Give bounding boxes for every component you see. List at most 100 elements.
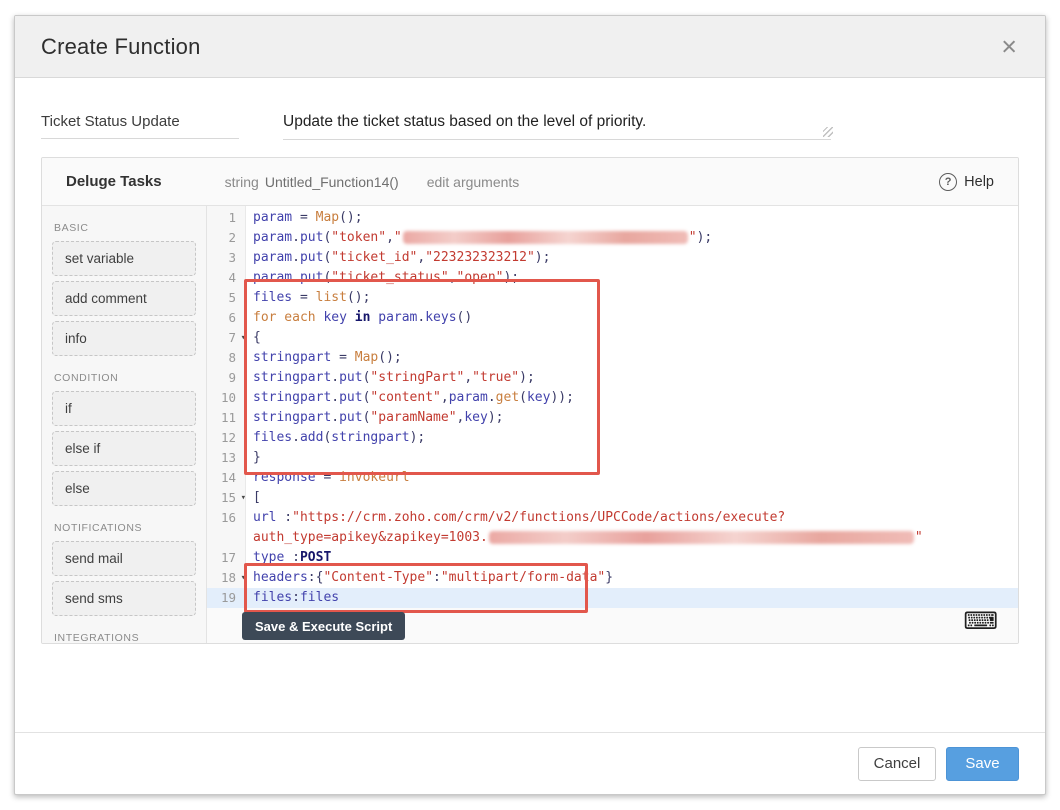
function-signature: string Untitled_Function14() (225, 174, 399, 190)
code-text: } (253, 450, 261, 465)
line-number: 5 (228, 290, 236, 305)
task-button-add-comment[interactable]: add comment (52, 281, 196, 316)
code-line[interactable]: 3 param.put("ticket_id","223232323212"); (207, 248, 1018, 268)
code-line[interactable]: 16 url :"https://crm.zoho.com/crm/v2/func… (207, 508, 1018, 528)
code-line[interactable]: 15 ▾ [ (207, 488, 1018, 508)
deluge-panel-content: BASIC set variable add comment info CONDITIO… (42, 206, 1018, 643)
fold-arrow-icon[interactable]: ▾ (241, 488, 246, 508)
line-number: 17 (220, 550, 236, 565)
sidebar-section-label: INTEGRATIONS (54, 632, 140, 643)
task-sidebar: BASIC set variable add comment info CONDITIO… (42, 206, 207, 643)
dialog-body: Update the ticket status based on the le… (15, 78, 1045, 732)
task-button-if[interactable]: if (52, 391, 196, 426)
code-text: files = list(); (253, 290, 371, 305)
help-icon: ? (939, 172, 958, 191)
code-line[interactable]: 19 files:files (207, 588, 1018, 608)
save-button[interactable]: Save (946, 746, 1019, 781)
function-description-field[interactable]: Update the ticket status based on the le… (283, 111, 833, 140)
keyboard-shortcuts-icon[interactable]: ⌨ (963, 610, 998, 634)
task-button-info[interactable]: info (52, 321, 196, 356)
dialog-footer: Cancel Save (15, 732, 1045, 794)
deluge-tasks-panel: Deluge Tasks string Untitled_Function14()… (41, 157, 1019, 644)
line-number: 12 (220, 430, 236, 445)
code-text: type :POST (253, 550, 332, 565)
function-name-input[interactable] (41, 111, 239, 139)
code-text: stringpart = Map(); (253, 350, 402, 365)
line-number: 14 (220, 470, 236, 485)
sidebar-section-label: NOTIFICATIONS (54, 522, 143, 534)
function-return-type: string (224, 173, 259, 190)
code-text: files.add(stringpart); (253, 430, 426, 445)
code-line[interactable]: 17 type :POST (207, 548, 1018, 568)
code-line[interactable]: 11 stringpart.put("paramName",key); (207, 408, 1018, 428)
code-text: param = Map(); (253, 210, 363, 225)
code-text: [ (253, 490, 261, 505)
line-number: 10 (220, 390, 236, 405)
code-text: url :"https://crm.zoho.com/crm/v2/functi… (253, 510, 786, 525)
code-line[interactable]: 18 ▾ headers:{"Content-Type":"multipart/fo… (207, 568, 1018, 588)
fold-arrow-icon[interactable]: ▾ (241, 568, 246, 588)
deluge-panel-header: Deluge Tasks string Untitled_Function14()… (42, 158, 1018, 206)
task-button-else[interactable]: else (52, 471, 196, 506)
task-button-send-sms[interactable]: send sms (52, 581, 196, 616)
line-number: 9 (228, 370, 236, 385)
function-description-text: Update the ticket status based on the le… (283, 113, 647, 130)
deluge-tasks-title: Deluge Tasks (66, 173, 162, 190)
code-line[interactable]: 5 files = list(); (207, 288, 1018, 308)
code-line[interactable]: 2 param.put("token"," "); (207, 228, 1018, 248)
redacted-text (402, 231, 688, 244)
edit-arguments-link[interactable]: edit arguments (427, 174, 520, 190)
code-text: auth_type=apikey&zapikey=1003. " (253, 530, 923, 545)
code-text: { (253, 330, 261, 345)
sidebar-section-label: CONDITION (54, 372, 119, 384)
cancel-button[interactable]: Cancel (858, 746, 936, 781)
line-number: 1 (228, 210, 236, 225)
script-editor[interactable]: 1 param = Map(); 2 param.put("token"," "); 3 p… (207, 206, 1018, 643)
code-line[interactable]: 1 param = Map(); (207, 208, 1018, 228)
code-line[interactable]: 13} (207, 448, 1018, 468)
redacted-text (488, 531, 914, 544)
task-button-set-variable[interactable]: set variable (52, 241, 196, 276)
code-text: headers:{"Content-Type":"multipart/form-… (253, 570, 614, 585)
line-number: 4 (228, 270, 236, 285)
dialog-header: Create Function × (15, 16, 1045, 78)
code-text: param.put("ticket_status","open"); (253, 270, 520, 285)
line-number: 13 (220, 450, 236, 465)
line-number: 15 ▾ (207, 488, 246, 508)
code-text: stringpart.put("paramName",key); (253, 410, 504, 425)
code-line[interactable]: 12 files.add(stringpart); (207, 428, 1018, 448)
code-text: param.put("ticket_id","223232323212"); (253, 250, 551, 265)
fold-arrow-icon[interactable]: ▾ (241, 328, 246, 348)
code-line[interactable]: 6 for each key in param.keys() (207, 308, 1018, 328)
code-line[interactable]: 10 stringpart.put("content",param.get(key… (207, 388, 1018, 408)
line-number: 3 (228, 250, 236, 265)
help-label: Help (964, 173, 994, 190)
create-function-dialog: Create Function × Update the ticket stat… (14, 15, 1046, 795)
line-number: 6 (228, 310, 236, 325)
code-line[interactable]: 4 param.put("ticket_status","open"); (207, 268, 1018, 288)
code-line[interactable]: auth_type=apikey&zapikey=1003. " (207, 528, 1018, 548)
line-number (207, 528, 245, 548)
line-number: 11 (220, 410, 236, 425)
code-text: files:files (253, 590, 340, 605)
line-number: 18 ▾ (207, 568, 246, 588)
line-number: 2 (228, 230, 236, 245)
code-line[interactable]: 7 ▾ { (207, 328, 1018, 348)
code-line[interactable]: 9 stringpart.put("stringPart","true"); (207, 368, 1018, 388)
line-number: 19 (220, 590, 236, 605)
code-line[interactable]: 8 stringpart = Map(); (207, 348, 1018, 368)
code-line[interactable]: 14 response = invokeurl (207, 468, 1018, 488)
code-text: param.put("token"," "); (253, 230, 713, 245)
function-fields: Update the ticket status based on the le… (41, 111, 1019, 140)
task-button-else-if[interactable]: else if (52, 431, 196, 466)
line-number: 16 (220, 510, 236, 525)
code-text: for each key in param.keys() (253, 310, 473, 325)
save-execute-script-button[interactable]: Save & Execute Script (242, 612, 406, 640)
code-text: stringpart.put("content",param.get(key))… (253, 390, 574, 405)
help-button[interactable]: ? Help (939, 172, 994, 191)
code-text: response = invokeurl (253, 470, 410, 485)
close-icon[interactable]: × (1001, 33, 1017, 60)
code-lines: 1 param = Map(); 2 param.put("token"," "); 3 p… (207, 206, 1018, 608)
task-button-send-mail[interactable]: send mail (52, 541, 196, 576)
resize-handle-icon[interactable] (823, 127, 833, 137)
